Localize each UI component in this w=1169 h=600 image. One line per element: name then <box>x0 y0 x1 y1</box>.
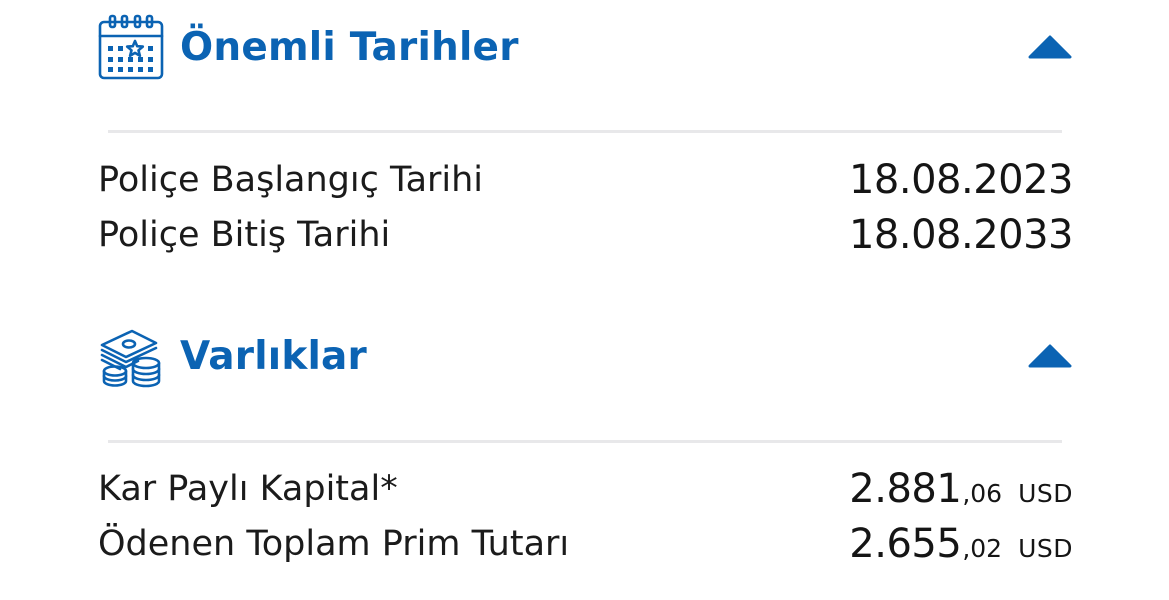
amount-decimal: ,06 <box>962 479 1003 508</box>
profit-share-capital-row: Kar Paylı Kapital* 2.881 ,06 USD <box>98 465 1073 513</box>
money-coins-icon <box>98 322 166 390</box>
assets-header[interactable]: Varlıklar <box>98 321 1073 391</box>
profit-share-capital-amount: 2.881 ,06 USD <box>849 466 1073 512</box>
section-divider <box>108 130 1062 133</box>
calendar-star-icon <box>98 13 166 81</box>
important-dates-header[interactable]: Önemli Tarihler <box>98 12 1073 82</box>
amount-integer: 2.881 <box>849 466 962 512</box>
policy-start-date-row: Poliçe Başlangıç Tarihi 18.08.2023 <box>98 156 1074 204</box>
policy-details-page: Önemli Tarihler Poliçe Başlangıç Tarihi … <box>0 0 1169 600</box>
amount-decimal: ,02 <box>962 534 1003 563</box>
section-divider <box>108 440 1062 443</box>
total-paid-premium-amount: 2.655 ,02 USD <box>849 521 1073 567</box>
assets-title: Varlıklar <box>180 333 367 379</box>
policy-end-date-label: Poliçe Bitiş Tarihi <box>98 214 391 255</box>
amount-currency: USD <box>1018 534 1073 563</box>
policy-start-date-label: Poliçe Başlangıç Tarihi <box>98 159 484 200</box>
total-paid-premium-label: Ödenen Toplam Prim Tutarı <box>98 523 570 564</box>
collapse-important-dates-chevron-up-icon[interactable] <box>1027 33 1073 61</box>
amount-integer: 2.655 <box>849 521 962 567</box>
collapse-assets-chevron-up-icon[interactable] <box>1027 342 1073 370</box>
important-dates-title: Önemli Tarihler <box>180 24 519 70</box>
profit-share-capital-label: Kar Paylı Kapital* <box>98 468 398 509</box>
policy-end-date-value: 18.08.2033 <box>848 212 1074 258</box>
total-paid-premium-row: Ödenen Toplam Prim Tutarı 2.655 ,02 USD <box>98 520 1073 568</box>
policy-end-date-row: Poliçe Bitiş Tarihi 18.08.2033 <box>98 211 1074 259</box>
policy-start-date-value: 18.08.2023 <box>848 157 1074 203</box>
amount-currency: USD <box>1018 479 1073 508</box>
